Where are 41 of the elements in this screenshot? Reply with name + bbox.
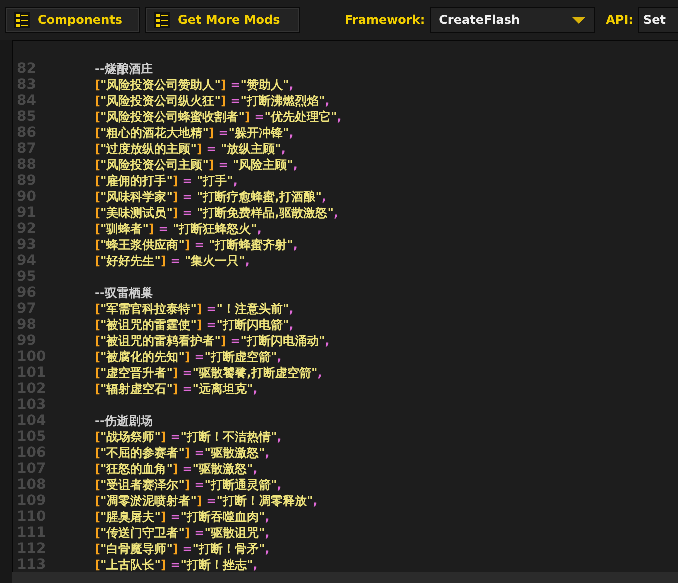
code-line: ["美味测试员"] = "打断免费样品,驱散激怒", (95, 204, 339, 222)
code-line: ["辐射虚空石"] ="远离坦克", (95, 380, 258, 398)
code-line: ["被诅咒的雷鸫看护者"] ="打断闪电涌动", (95, 332, 330, 350)
caret-icon (572, 16, 586, 24)
code-line: ["蜂王浆供应商"] = "打断蜂蜜齐射", (95, 236, 298, 254)
code-line: ["军需官科拉泰特"] ="！注意头前", (95, 300, 294, 318)
code-line: ["白骨魔导师"] ="打断！骨矛", (95, 540, 270, 558)
code-line: ["雇佣的打手"] = "打手", (95, 172, 238, 190)
api-dropdown[interactable]: Set (638, 7, 678, 33)
code-comment: --燧酿酒庄 (95, 60, 153, 78)
code-line: ["好好先生"] = "集火一只", (95, 252, 250, 270)
code-line: ["不屈的参赛者"] ="驱散激怒", (95, 444, 270, 462)
code-line: ["粗心的酒花大地精"] ="躲开冲锋", (95, 124, 294, 142)
api-label: API: (606, 13, 634, 27)
list-icon (14, 12, 30, 28)
code-line: ["虚空晋升者"] ="驱散饕餮,打断虚空箭", (95, 364, 322, 382)
code-line: ["风险投资公司赞助人"] ="赞助人", (95, 76, 294, 94)
list-icon (154, 12, 170, 28)
code-line: ["腥臭屠夫"] ="打断吞噬血肉", (95, 508, 270, 526)
code-line: ["过度放纵的主顾"] = "放纵主顾", (95, 140, 286, 158)
code-line: ["战场祭师"] ="打断！不洁热情", (95, 428, 282, 446)
code-line: ["狂怒的血角"] ="驱散激怒", (95, 460, 258, 478)
code-line: ["风险投资公司蜂蜜收割者"] ="优先处理它", (95, 108, 342, 126)
code-line: ["传送门守卫者"] ="驱散诅咒", (95, 524, 270, 542)
toolbar-button[interactable]: Components (5, 7, 140, 33)
framework-label: Framework: (345, 13, 426, 27)
code-line: ["被腐化的先知"] ="打断虚空箭", (95, 348, 282, 366)
code-line: ["凋零淤泥喷射者"] ="打断！凋零释放", (95, 492, 318, 510)
code-line: ["上古队长"] ="打断！挫志", (95, 556, 258, 572)
framework-dropdown[interactable]: CreateFlash (430, 7, 596, 33)
code-comment: --驭雷栖巢 (95, 284, 153, 302)
code-line: ["风险投资公司主顾"] = "风险主顾", (95, 156, 298, 174)
code-editor[interactable] (12, 40, 678, 572)
code-line: ["受诅者赛泽尔"] ="打断通灵箭", (95, 476, 282, 494)
toolbar-button[interactable]: Get More Mods (145, 7, 300, 33)
code-line: ["风险投资公司纵火狂"] ="打断沸燃烈焰", (95, 92, 330, 110)
code-line: ["风味科学家"] = "打断疗愈蜂蜜,打酒酿", (95, 188, 327, 206)
horizontal-scrollbar[interactable] (12, 572, 678, 583)
code-comment: --伤逝剧场 (95, 412, 153, 430)
code-line: ["驯蜂者"] = "打断狂蜂怒火", (95, 220, 262, 238)
code-line: ["被诅咒的雷霆使"] ="打断闪电箭", (95, 316, 294, 334)
